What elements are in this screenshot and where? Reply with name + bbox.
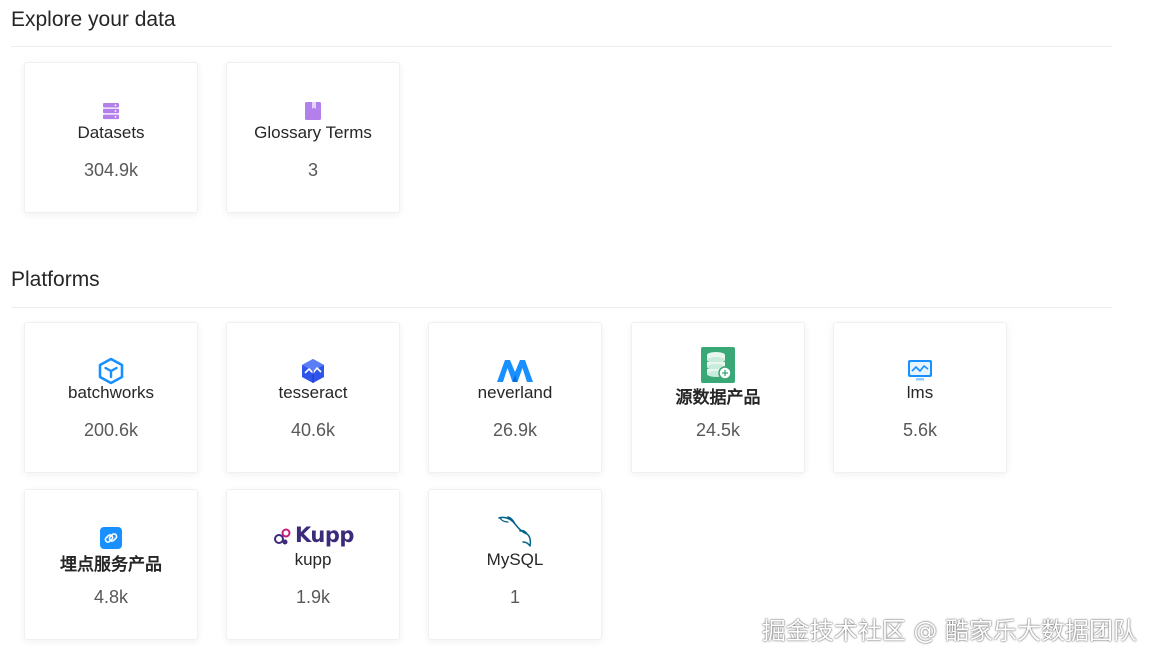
card-label: lms bbox=[906, 383, 934, 402]
platform-card-neverland[interactable]: neverland 26.9k bbox=[428, 322, 602, 473]
card-label: tesseract bbox=[278, 383, 348, 402]
card-label: 埋点服务产品 bbox=[60, 555, 162, 574]
platforms-divider bbox=[11, 307, 1112, 308]
card-count: 1.9k bbox=[295, 587, 331, 607]
platform-card-tesseract[interactable]: tesseract 40.6k bbox=[226, 322, 400, 473]
platform-card-lms[interactable]: lms 5.6k bbox=[833, 322, 1007, 473]
database-icon bbox=[701, 347, 735, 383]
platforms-section-title: Platforms bbox=[11, 268, 100, 291]
card-label: kupp bbox=[294, 550, 332, 569]
explore-divider bbox=[11, 46, 1112, 47]
card-count: 304.9k bbox=[83, 160, 139, 180]
card-label: 源数据产品 bbox=[675, 388, 761, 407]
entity-card-glossary-terms[interactable]: Glossary Terms 3 bbox=[226, 62, 400, 213]
platform-card-source-data-product[interactable]: 源数据产品 24.5k bbox=[631, 322, 805, 473]
card-count: 26.9k bbox=[492, 420, 538, 440]
explore-section-title: Explore your data bbox=[11, 8, 176, 31]
entity-card-datasets[interactable]: Datasets 304.9k bbox=[24, 62, 198, 213]
mysql-dolphin-icon bbox=[496, 514, 534, 550]
platform-card-batchworks[interactable]: batchworks 200.6k bbox=[24, 322, 198, 473]
card-label: MySQL bbox=[486, 550, 544, 569]
card-count: 4.8k bbox=[93, 587, 129, 607]
home-page: Explore your data Datasets 304.9k Glossa… bbox=[0, 0, 1157, 659]
card-count: 1 bbox=[509, 587, 520, 607]
card-count: 24.5k bbox=[695, 420, 741, 440]
kupp-logo-text: Kupp bbox=[295, 523, 354, 547]
platform-card-mysql[interactable]: MySQL 1 bbox=[428, 489, 602, 640]
platform-card-kupp[interactable]: Kupp kupp 1.9k bbox=[226, 489, 400, 640]
card-count: 200.6k bbox=[83, 420, 139, 440]
card-label: neverland bbox=[477, 383, 553, 402]
platform-card-tracking-service-product[interactable]: 埋点服务产品 4.8k bbox=[24, 489, 198, 640]
card-count: 5.6k bbox=[902, 420, 938, 440]
card-count: 40.6k bbox=[290, 420, 336, 440]
card-count: 3 bbox=[307, 160, 318, 180]
card-label: batchworks bbox=[68, 383, 154, 402]
card-label: Datasets bbox=[77, 123, 145, 142]
card-label: Glossary Terms bbox=[254, 123, 372, 142]
watermark-text: 掘金技术社区 @ 酷家乐大数据团队 bbox=[761, 617, 1137, 645]
